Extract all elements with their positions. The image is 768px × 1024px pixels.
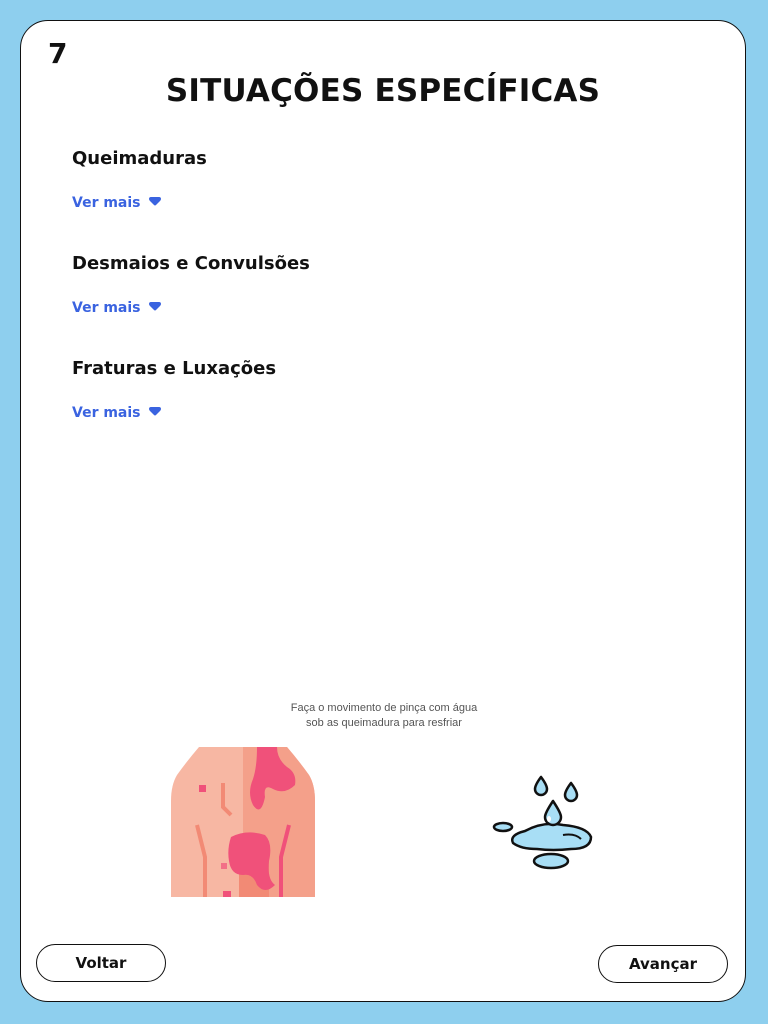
ver-mais-toggle-desmaios[interactable]: Ver mais bbox=[72, 300, 162, 316]
section-title: Queimaduras bbox=[72, 148, 207, 169]
burned-torso-icon bbox=[169, 745, 317, 901]
caret-down-icon bbox=[148, 405, 162, 421]
hint-line-2: sob as queimadura para resfriar bbox=[306, 717, 462, 729]
back-button[interactable]: Voltar bbox=[36, 944, 166, 982]
ver-mais-label: Ver mais bbox=[72, 300, 141, 316]
ver-mais-label: Ver mais bbox=[72, 195, 141, 211]
ver-mais-toggle-fraturas[interactable]: Ver mais bbox=[72, 405, 162, 421]
ver-mais-label: Ver mais bbox=[72, 405, 141, 421]
ver-mais-toggle-queimaduras[interactable]: Ver mais bbox=[72, 195, 162, 211]
section-title: Fraturas e Luxações bbox=[72, 358, 277, 379]
caret-down-icon bbox=[148, 300, 162, 316]
instruction-hint: Faça o movimento de pinça com água sob a… bbox=[21, 701, 747, 731]
water-drops-icon bbox=[491, 775, 595, 875]
section-title: Desmaios e Convulsões bbox=[72, 253, 310, 274]
page-number: 7 bbox=[48, 37, 68, 70]
section-desmaios: Desmaios e Convulsões Ver mais bbox=[72, 253, 310, 316]
page-title: SITUAÇÕES ESPECÍFICAS bbox=[165, 73, 601, 109]
content-card: 7 SITUAÇÕES ESPECÍFICAS Queimaduras Ver … bbox=[20, 20, 746, 1002]
section-queimaduras: Queimaduras Ver mais bbox=[72, 148, 207, 211]
caret-down-icon bbox=[148, 195, 162, 211]
hint-line-1: Faça o movimento de pinça com água bbox=[290, 702, 478, 714]
next-button[interactable]: Avançar bbox=[598, 945, 728, 983]
section-fraturas: Fraturas e Luxações Ver mais bbox=[72, 358, 276, 421]
